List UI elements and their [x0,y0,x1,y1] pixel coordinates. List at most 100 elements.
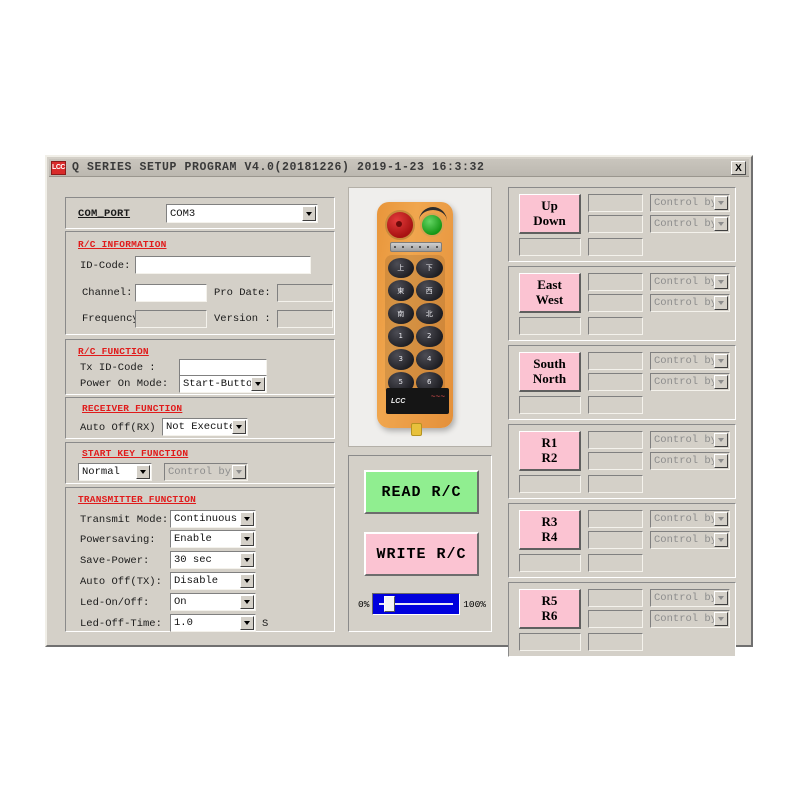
channel-select-2[interactable]: Control by EM [650,531,730,549]
channel-select-1[interactable]: Control by EM [650,194,730,212]
chevron-down-icon[interactable] [714,296,728,310]
led-off-time-select[interactable]: 1.0 [170,614,256,632]
channel-field-2[interactable] [588,610,643,628]
tx-id-code-input[interactable] [179,359,267,376]
transmit-mode-label: Transmit Mode: [80,514,169,526]
auto-off-rx-label: Auto Off(RX) [80,422,156,434]
led-on-off-select[interactable]: On [170,593,256,611]
chevron-down-icon[interactable] [240,512,254,526]
start-key-function-title: START KEY FUNCTION [82,448,189,459]
channel-field-1[interactable] [588,273,643,291]
power-on-mode-select[interactable]: Start-Button [179,375,267,393]
channel-field-4[interactable] [588,396,643,414]
chevron-down-icon[interactable] [714,512,728,526]
chevron-down-icon[interactable] [714,433,728,447]
channel-select-1[interactable]: Control by EM [650,431,730,449]
channel-line1: R5 [541,593,558,609]
channel-field-2[interactable] [588,531,643,549]
auto-off-rx-select[interactable]: Not Execute [162,418,248,436]
channel-field-4[interactable] [588,633,643,651]
channel-field-1[interactable] [588,510,643,528]
chevron-down-icon[interactable] [240,595,254,609]
chevron-down-icon[interactable] [240,616,254,630]
chevron-down-icon[interactable] [251,377,265,391]
channel-field-3[interactable] [519,238,581,256]
channel-field-2[interactable] [588,452,643,470]
slider-track[interactable] [372,593,461,615]
chevron-down-icon[interactable] [714,533,728,547]
chevron-down-icon[interactable] [714,217,728,231]
progress-slider[interactable]: 0% 100% [358,592,486,616]
remote-key: 3 [387,348,414,370]
channel-label-r5-r6[interactable]: R5 R6 [519,589,581,629]
channel-label-east-west[interactable]: East West [519,273,581,313]
channel-field-2[interactable] [588,373,643,391]
pro-date-label: Pro Date: [214,287,271,299]
channel-label-r1-r2[interactable]: R1 R2 [519,431,581,471]
channel-field-1[interactable] [588,589,643,607]
chevron-down-icon[interactable] [302,206,316,221]
chevron-down-icon[interactable] [714,612,728,626]
channel-group-r3-r4: R3 R4 Control by EM Control by EM [508,503,736,578]
auto-off-tx-select[interactable]: Disable [170,572,256,590]
read-rc-button[interactable]: READ R/C [364,470,479,514]
receiver-function-title: RECEIVER FUNCTION [82,403,183,414]
channel-select-1[interactable]: Control by EM [650,510,730,528]
chevron-down-icon[interactable] [714,196,728,210]
channel-field-2[interactable] [588,215,643,233]
chevron-down-icon[interactable] [714,354,728,368]
channel-select-2[interactable]: Control by EM [650,294,730,312]
powersaving-select[interactable]: Enable [170,530,256,548]
transmit-mode-select[interactable]: Continuous [170,510,256,528]
channel-field-3[interactable] [519,475,581,493]
chevron-down-icon[interactable] [240,553,254,567]
channel-select-2[interactable]: Control by EM [650,610,730,628]
channel-label-r3-r4[interactable]: R3 R4 [519,510,581,550]
channel-select-2[interactable]: Control by EM [650,452,730,470]
channel-label-up-down[interactable]: Up Down [519,194,581,234]
channel-field-4[interactable] [588,238,643,256]
channel-field-3[interactable] [519,554,581,572]
remote-key: 上 [387,257,414,279]
chevron-down-icon[interactable] [714,375,728,389]
chevron-down-icon[interactable] [714,591,728,605]
channel-select-1[interactable]: Control by EM [650,273,730,291]
channel-select-1[interactable]: Control by EM [650,589,730,607]
channel-field-1[interactable] [588,194,643,212]
channel-field-3[interactable] [519,396,581,414]
channel-field-2[interactable] [588,294,643,312]
channel-field-4[interactable] [588,475,643,493]
chevron-down-icon[interactable] [232,465,246,479]
channel-select-2[interactable]: Control by EM [650,215,730,233]
close-icon[interactable]: X [731,161,746,175]
channel-field-3[interactable] [519,633,581,651]
auto-off-tx-value: Disable [174,575,219,587]
start-key-control-select[interactable]: Control by EM [164,463,248,481]
slider-thumb[interactable] [384,596,396,612]
chevron-down-icon[interactable] [714,454,728,468]
auto-off-rx-value: Not Execute [166,421,232,433]
auto-off-tx-label: Auto Off(TX): [80,576,162,588]
channel-input[interactable] [135,284,207,302]
channel-field-1[interactable] [588,352,643,370]
com-port-select[interactable]: COM3 [166,204,318,223]
start-key-mode-select[interactable]: Normal [78,463,152,481]
channel-line1: South [533,356,566,372]
channel-field-4[interactable] [588,317,643,335]
channel-field-1[interactable] [588,431,643,449]
chevron-down-icon[interactable] [232,420,246,434]
channel-select-1[interactable]: Control by EM [650,352,730,370]
chevron-down-icon[interactable] [136,465,150,479]
channel-field-4[interactable] [588,554,643,572]
channel-select-2[interactable]: Control by EM [650,373,730,391]
chevron-down-icon[interactable] [240,532,254,546]
channel-field-3[interactable] [519,317,581,335]
channel-select-1-value: Control by EM [654,197,714,209]
id-code-input[interactable] [135,256,311,274]
chevron-down-icon[interactable] [714,275,728,289]
channel-label-south-north[interactable]: South North [519,352,581,392]
save-power-select[interactable]: 30 sec [170,551,256,569]
write-rc-button[interactable]: WRITE R/C [364,532,479,576]
chevron-down-icon[interactable] [240,574,254,588]
channel-group-r5-r6: R5 R6 Control by EM Control by EM [508,582,736,657]
